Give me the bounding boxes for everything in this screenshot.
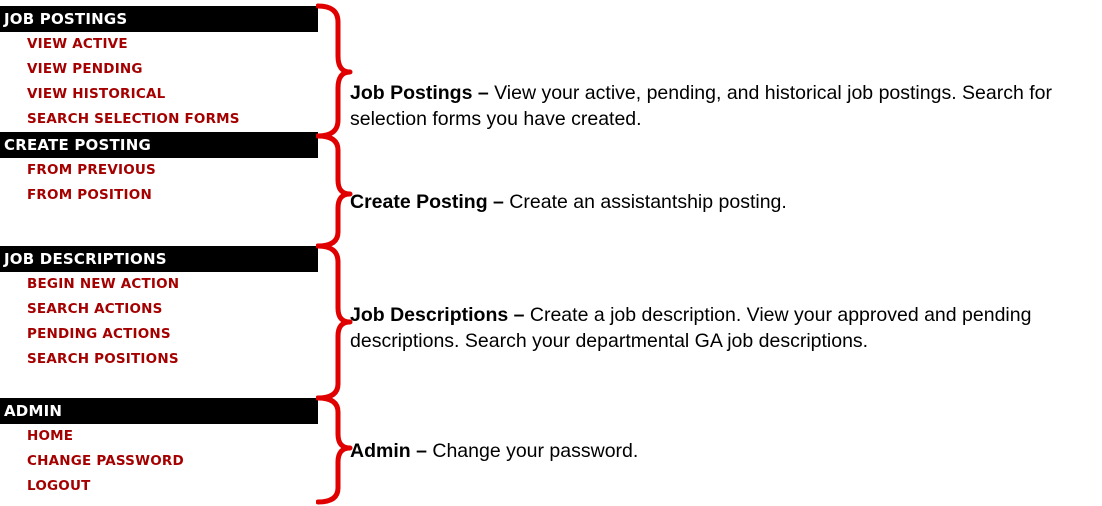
menu-item-from-position[interactable]: FROM POSITION — [0, 183, 318, 208]
menu-item-view-historical[interactable]: VIEW HISTORICAL — [0, 82, 318, 107]
brace-job-postings — [316, 3, 353, 139]
menu-item-search-positions[interactable]: SEARCH POSITIONS — [0, 347, 318, 372]
menu-item-search-selection-forms[interactable]: SEARCH SELECTION FORMS — [0, 107, 318, 132]
menu-header-job-descriptions: JOB DESCRIPTIONS — [0, 246, 318, 272]
description-title: Job Descriptions – — [350, 304, 525, 326]
description-title: Admin – — [350, 440, 427, 462]
description-title: Create Posting – — [350, 191, 504, 213]
description-title: Job Postings – — [350, 82, 489, 104]
section-job-postings: JOB POSTINGS VIEW ACTIVE VIEW PENDING VI… — [0, 6, 318, 132]
menu-header-create-posting: CREATE POSTING — [0, 132, 318, 158]
menu-item-from-previous[interactable]: FROM PREVIOUS — [0, 158, 318, 183]
description-job-postings: Job Postings – View your active, pending… — [350, 80, 1090, 132]
menu-item-pending-actions[interactable]: PENDING ACTIONS — [0, 322, 318, 347]
brace-group — [316, 3, 353, 505]
section-create-posting: CREATE POSTING FROM PREVIOUS FROM POSITI… — [0, 132, 318, 208]
description-admin: Admin – Change your password. — [350, 438, 1090, 464]
menu-item-view-active[interactable]: VIEW ACTIVE — [0, 32, 318, 57]
description-job-descriptions: Job Descriptions – Create a job descript… — [350, 302, 1090, 354]
description-text: Change your password. — [426, 440, 639, 462]
description-text: Create an assistantship posting. — [503, 191, 787, 213]
menu-header-admin: ADMIN — [0, 398, 318, 424]
section-admin: ADMIN HOME CHANGE PASSWORD LOGOUT — [0, 398, 318, 499]
menu-item-change-password[interactable]: CHANGE PASSWORD — [0, 449, 318, 474]
brace-create-posting — [316, 133, 353, 249]
description-create-posting: Create Posting – Create an assistantship… — [350, 189, 1090, 215]
menu-item-logout[interactable]: LOGOUT — [0, 474, 318, 499]
menu-item-begin-new-action[interactable]: BEGIN NEW ACTION — [0, 272, 318, 297]
menu-item-home[interactable]: HOME — [0, 424, 318, 449]
brace-job-descriptions — [316, 243, 353, 401]
menu-item-search-actions[interactable]: SEARCH ACTIONS — [0, 297, 318, 322]
brace-admin — [316, 395, 353, 505]
menu-header-job-postings: JOB POSTINGS — [0, 6, 318, 32]
section-job-descriptions: JOB DESCRIPTIONS BEGIN NEW ACTION SEARCH… — [0, 246, 318, 372]
menu-item-view-pending[interactable]: VIEW PENDING — [0, 57, 318, 82]
